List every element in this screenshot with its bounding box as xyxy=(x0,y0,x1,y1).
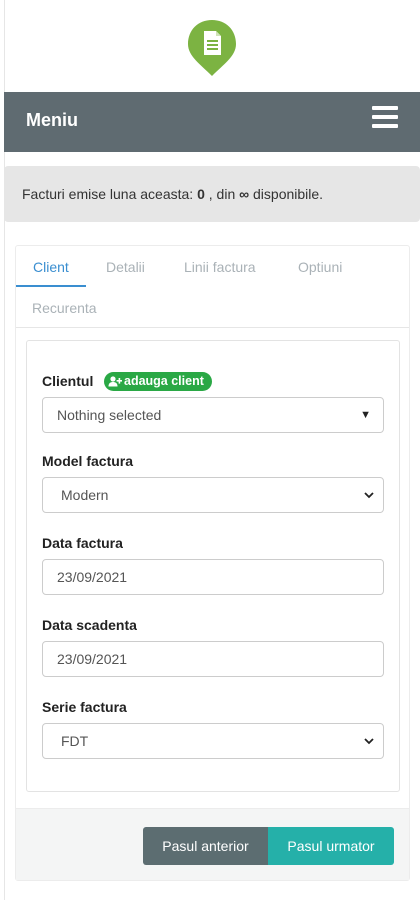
model-select[interactable]: Modern xyxy=(42,477,384,513)
quota-suffix: disponibile. xyxy=(253,186,324,202)
add-client-button[interactable]: adauga client xyxy=(104,372,212,391)
series-select-value: FDT xyxy=(61,733,89,749)
series-select[interactable]: FDT xyxy=(42,723,384,759)
client-label: Clientul adauga client xyxy=(42,372,212,391)
client-form-panel: Clientul adauga client Nothing selected … xyxy=(26,340,400,792)
client-select-value: Nothing selected xyxy=(57,407,162,423)
top-header: Meniu xyxy=(4,92,420,152)
tab-detalii[interactable]: Detalii xyxy=(106,259,145,275)
invoice-quota-text: Facturi emise luna aceasta: 0 , din ∞ di… xyxy=(22,186,323,202)
model-label: Model factura xyxy=(42,453,134,469)
tab-linii-factura[interactable]: Linii factura xyxy=(184,259,256,275)
due-date-input[interactable]: 23/09/2021 xyxy=(42,641,384,677)
tab-optiuni[interactable]: Optiuni xyxy=(298,259,342,275)
series-label: Serie factura xyxy=(42,699,127,715)
quota-count: 0 xyxy=(197,186,205,202)
menu-title: Meniu xyxy=(26,110,78,130)
model-select-value: Modern xyxy=(61,487,109,503)
invoice-quota-bar: Facturi emise luna aceasta: 0 , din ∞ di… xyxy=(4,166,420,222)
due-date-value: 23/09/2021 xyxy=(57,651,128,667)
hamburger-icon[interactable] xyxy=(372,106,398,132)
quota-middle: , din xyxy=(208,186,236,202)
active-tab-indicator xyxy=(16,285,86,287)
tab-client[interactable]: Client xyxy=(33,259,69,275)
wizard-tabs: Client Detalii Linii factura Optiuni Rec… xyxy=(16,246,409,328)
invoice-date-label: Data factura xyxy=(42,535,123,551)
invoice-date-value: 23/09/2021 xyxy=(57,569,128,585)
due-date-label: Data scadenta xyxy=(42,617,137,633)
wizard-footer: Pasul anterior Pasul urmator xyxy=(16,808,409,880)
invoice-pin-icon xyxy=(188,20,236,76)
invoice-wizard-card: Client Detalii Linii factura Optiuni Rec… xyxy=(15,245,410,881)
chevron-down-icon xyxy=(364,738,374,745)
previous-step-button[interactable]: Pasul anterior xyxy=(143,827,268,865)
quota-prefix: Facturi emise luna aceasta: xyxy=(22,186,194,202)
add-user-icon xyxy=(108,376,123,387)
client-select[interactable]: Nothing selected ▼ xyxy=(42,397,384,433)
caret-down-icon: ▼ xyxy=(360,409,371,421)
infinity-icon: ∞ xyxy=(239,186,250,202)
tab-recurenta[interactable]: Recurenta xyxy=(32,300,97,316)
invoice-date-input[interactable]: 23/09/2021 xyxy=(42,559,384,595)
chevron-down-icon xyxy=(364,492,374,499)
next-step-button[interactable]: Pasul urmator xyxy=(268,827,394,865)
